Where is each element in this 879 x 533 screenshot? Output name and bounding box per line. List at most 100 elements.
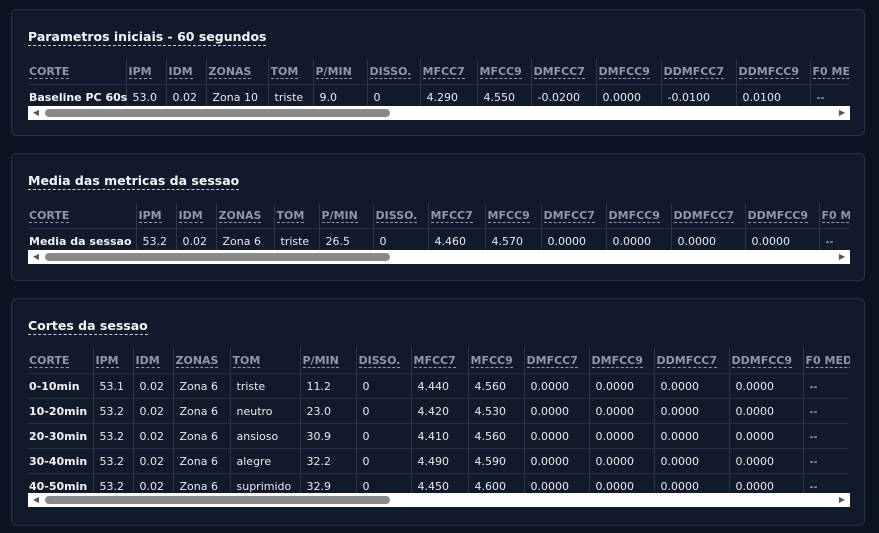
arrow-right-icon[interactable]: ▶ — [836, 493, 848, 507]
arrow-left-icon[interactable]: ◀ — [30, 493, 42, 507]
column-header-dmfcc7[interactable]: DMFCC7 — [523, 348, 589, 374]
column-header-dmfcc7[interactable]: DMFCC7 — [540, 203, 606, 229]
table-cell: 4.290 — [419, 84, 477, 107]
table-cell: triste — [229, 373, 300, 399]
table-cell: 0.0000 — [588, 373, 654, 399]
column-header-p-min[interactable]: P/MIN — [318, 203, 373, 229]
table-cell: -0.0200 — [530, 84, 596, 107]
column-header-tom[interactable]: TOM — [273, 203, 319, 229]
table-cell: 0.0000 — [728, 473, 803, 493]
column-header-dmfcc9[interactable]: DMFCC9 — [595, 59, 661, 85]
column-header-mfcc7[interactable]: MFCC7 — [427, 203, 485, 229]
column-header-ipm[interactable]: IPM — [135, 203, 176, 229]
column-header-dmfcc7[interactable]: DMFCC7 — [530, 59, 596, 85]
column-header-corte[interactable]: CORTE — [28, 348, 93, 374]
table-cell: 11.2 — [299, 373, 356, 399]
table-cell: 0.0000 — [523, 373, 589, 399]
table-cell: 0.0000 — [653, 423, 729, 449]
table-cell: 4.560 — [467, 373, 524, 399]
table-cell: -- — [809, 84, 850, 107]
column-header-ddmfcc9[interactable]: DDMFCC9 — [744, 203, 819, 229]
table-cell: 0.0000 — [588, 473, 654, 493]
horizontal-scrollbar[interactable]: ◀ ▶ — [28, 106, 850, 120]
scrollbar-thumb[interactable] — [45, 253, 390, 261]
column-header-mfcc9[interactable]: MFCC9 — [476, 59, 531, 85]
column-header-zonas[interactable]: ZONAS — [215, 203, 274, 229]
table-scroll-area[interactable]: CORTE IPM IDM ZONAS TOM P/MIN DISSO. MFCC7 MFCC9… — [28, 348, 850, 493]
table-cell: 4.490 — [410, 448, 468, 474]
table-cell: 9.0 — [312, 84, 367, 107]
column-header-ipm[interactable]: IPM — [92, 348, 133, 374]
column-header-f0-med[interactable]: F0 MED — [802, 348, 850, 374]
column-header-ipm[interactable]: IPM — [125, 59, 166, 85]
column-header-corte[interactable]: CORTE — [28, 203, 136, 229]
column-header-ddmfcc9[interactable]: DDMFCC9 — [728, 348, 803, 374]
column-header-f0-med[interactable]: F0 MED — [809, 59, 850, 85]
table-cell: 0.0000 — [728, 398, 803, 424]
column-header-corte[interactable]: CORTE — [28, 59, 126, 85]
table-cell: 53.1 — [92, 373, 133, 399]
column-header-mfcc7[interactable]: MFCC7 — [419, 59, 477, 85]
table-cell: 32.9 — [299, 473, 356, 493]
table-cell: 0.02 — [165, 84, 206, 107]
table-cell: 0.02 — [132, 448, 173, 474]
table-cell: 4.600 — [467, 473, 524, 493]
table-cell: -- — [802, 373, 848, 399]
table-scroll-area[interactable]: CORTE IPM IDM ZONAS TOM P/MIN DISSO. MFCC7 MFCC9… — [28, 59, 850, 107]
column-header-p-min[interactable]: P/MIN — [312, 59, 367, 85]
table-cell: 0.0000 — [653, 373, 729, 399]
arrow-left-icon[interactable]: ◀ — [30, 106, 42, 120]
column-header-mfcc7[interactable]: MFCC7 — [410, 348, 468, 374]
table-header-row: CORTE IPM IDM ZONAS TOM P/MIN DISSO. MFCC7 MFCC9… — [28, 203, 850, 229]
column-header-ddmfcc7[interactable]: DDMFCC7 — [653, 348, 729, 374]
column-header-ddmfcc7[interactable]: DDMFCC7 — [660, 59, 736, 85]
table-cell: 0.0000 — [728, 448, 803, 474]
arrow-right-icon[interactable]: ▶ — [836, 106, 848, 120]
table-cell: 32.2 — [299, 448, 356, 474]
column-header-tom[interactable]: TOM — [267, 59, 313, 85]
table-cell: 4.530 — [467, 398, 524, 424]
table-cell: 53.0 — [125, 84, 166, 107]
table-cell: 53.2 — [92, 448, 133, 474]
table-cell: 53.2 — [92, 423, 133, 449]
table-cell: suprimido — [229, 473, 300, 493]
arrow-right-icon[interactable]: ▶ — [836, 250, 848, 264]
table-row: 20-30min 53.2 0.02 Zona 6 ansioso 30.9 0 4.410 4… — [28, 423, 848, 449]
arrow-left-icon[interactable]: ◀ — [30, 250, 42, 264]
row-label-cell: 30-40min — [28, 448, 93, 474]
table-cell: 0.0000 — [728, 423, 803, 449]
row-label-cell: 10-20min — [28, 398, 93, 424]
scrollbar-thumb[interactable] — [45, 496, 390, 504]
column-header-dmfcc9[interactable]: DMFCC9 — [588, 348, 654, 374]
table-cell: 0.0000 — [523, 448, 589, 474]
column-header-disso[interactable]: DISSO. — [355, 348, 411, 374]
table-row: Baseline PC 60s 53.0 0.02 Zona 10 triste 9.0 0… — [28, 84, 850, 107]
column-header-dmfcc9[interactable]: DMFCC9 — [605, 203, 671, 229]
horizontal-scrollbar[interactable]: ◀ ▶ — [28, 493, 850, 507]
horizontal-scrollbar[interactable]: ◀ ▶ — [28, 250, 850, 264]
table-cell: 26.5 — [318, 228, 373, 251]
scrollbar-thumb[interactable] — [45, 109, 390, 117]
panel-title: Parametros iniciais - 60 segundos — [28, 29, 267, 46]
column-header-ddmfcc7[interactable]: DDMFCC7 — [670, 203, 745, 229]
column-header-f0-med[interactable]: F0 MED — [818, 203, 850, 229]
column-header-tom[interactable]: TOM — [229, 348, 300, 374]
column-header-idm[interactable]: IDM — [165, 59, 206, 85]
column-header-ddmfcc9[interactable]: DDMFCC9 — [735, 59, 810, 85]
column-header-zonas[interactable]: ZONAS — [172, 348, 230, 374]
column-header-p-min[interactable]: P/MIN — [299, 348, 356, 374]
column-header-disso[interactable]: DISSO. — [372, 203, 428, 229]
table-scroll-area[interactable]: CORTE IPM IDM ZONAS TOM P/MIN DISSO. MFCC7 MFCC9… — [28, 203, 850, 251]
table-header-row: CORTE IPM IDM ZONAS TOM P/MIN DISSO. MFCC7 MFCC9… — [28, 348, 850, 374]
column-header-zonas[interactable]: ZONAS — [205, 59, 268, 85]
column-header-idm[interactable]: IDM — [132, 348, 173, 374]
column-header-idm[interactable]: IDM — [175, 203, 216, 229]
table-cell: 0.0000 — [523, 398, 589, 424]
table-cell: 4.570 — [484, 228, 541, 251]
table-cell: 0.0100 — [735, 84, 810, 107]
column-header-disso[interactable]: DISSO. — [366, 59, 420, 85]
column-header-mfcc9[interactable]: MFCC9 — [467, 348, 524, 374]
column-header-mfcc9[interactable]: MFCC9 — [484, 203, 541, 229]
table-cell: 4.460 — [427, 228, 485, 251]
table-cell: 0.0000 — [605, 228, 671, 251]
